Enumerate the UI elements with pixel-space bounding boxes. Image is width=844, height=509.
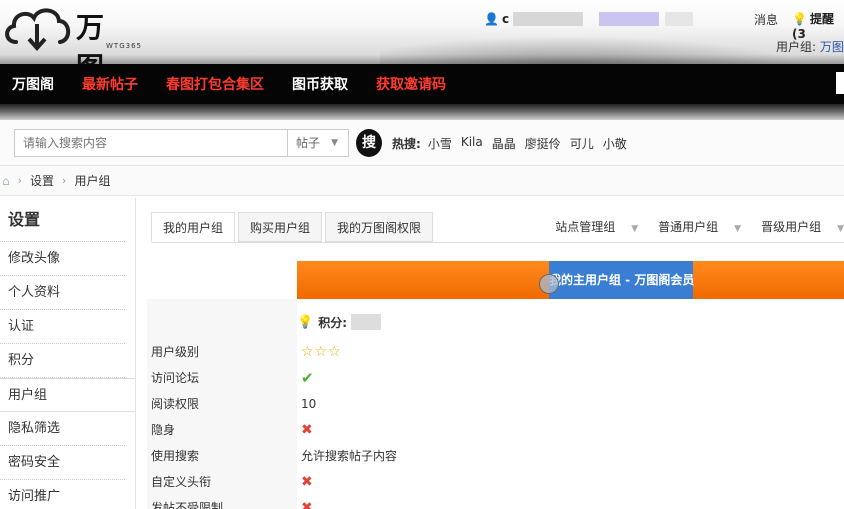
- chevron-right-icon: ›: [62, 174, 67, 187]
- permission-label: 使用搜索: [151, 449, 200, 463]
- group-dropdowns: 站点管理组 ▼ 普通用户组 ▼ 晋级用户组 ▼: [535, 212, 844, 242]
- permission-value: 10: [301, 397, 317, 411]
- main-group-title: 我的主用户组 - 万图阁会员: [549, 261, 694, 299]
- hot-searches: 热搜: 小雪 Kila 晶晶 廖挺伶 可儿 小敬: [392, 135, 636, 152]
- header-usergroup: 用户组: 万图: [776, 40, 844, 54]
- permission-label: 阅读权限: [151, 397, 200, 411]
- nav-item-collections[interactable]: 春图打包合集区: [166, 74, 264, 94]
- username[interactable]: c: [502, 12, 509, 26]
- permission-row: 用户级别 ☆☆☆: [147, 339, 844, 365]
- redacted-block: [665, 12, 694, 26]
- breadcrumb-item[interactable]: 设置: [30, 172, 54, 189]
- breadcrumb: ⌂ › 设置 › 用户组: [0, 166, 844, 196]
- cross-icon: ✖: [301, 422, 313, 438]
- sidebar-item-promotion[interactable]: 访问推广: [0, 480, 125, 509]
- search-input[interactable]: [14, 129, 288, 157]
- ink-divider: [0, 104, 844, 120]
- cross-icon: ✖: [301, 474, 313, 490]
- hot-item[interactable]: 小敬: [603, 135, 627, 152]
- nav-item-coins[interactable]: 图币获取: [292, 74, 348, 94]
- hot-item[interactable]: 廖挺伶: [525, 135, 561, 152]
- main-content: 我的用户组 购买用户组 我的万图阁权限 站点管理组 ▼ 普通用户组 ▼ 晋级用户组 ▼…: [137, 198, 844, 509]
- star-icon: ☆: [314, 344, 328, 360]
- permission-row: 发帖不受限制 ✖: [147, 495, 844, 509]
- user-icon: 👤: [484, 12, 499, 26]
- sidebar-item-profile[interactable]: 个人资料: [0, 276, 125, 310]
- sidebar-item-password[interactable]: 密码安全: [0, 446, 125, 480]
- level-stars: ☆☆☆: [301, 339, 342, 365]
- sidebar-item-privacy[interactable]: 隐私筛选: [0, 412, 125, 446]
- cloud-download-icon: [5, 8, 71, 52]
- chevron-right-icon: ›: [17, 174, 23, 187]
- cross-icon: ✖: [301, 500, 313, 509]
- chevron-down-icon: ▼: [837, 224, 844, 234]
- sidebar-item-avatar[interactable]: 修改头像: [0, 242, 125, 276]
- permission-label: 用户级别: [151, 345, 200, 359]
- bulb-icon: 💡: [792, 12, 807, 26]
- hot-item[interactable]: 小雪: [428, 135, 452, 152]
- messages-link[interactable]: 消息: [754, 11, 778, 28]
- search-button[interactable]: 搜: [356, 129, 382, 157]
- reminders-link[interactable]: 💡 提醒(3: [792, 10, 844, 41]
- mouse-cursor: [539, 274, 559, 294]
- permission-label: 访问论坛: [151, 371, 200, 385]
- usergroup-link[interactable]: 万图: [820, 40, 844, 54]
- hot-item[interactable]: 可儿: [570, 135, 594, 152]
- hot-label: 热搜:: [392, 137, 421, 151]
- tab-my-permissions[interactable]: 我的万图阁权限: [325, 212, 434, 242]
- hot-item[interactable]: Kila: [461, 135, 483, 152]
- bulb-icon: 💡: [297, 314, 314, 330]
- tab-my-usergroup[interactable]: 我的用户组: [151, 212, 236, 242]
- site-logo[interactable]: 万图阁 WTG365: [2, 2, 141, 64]
- chevron-down-icon: ▼: [331, 138, 338, 148]
- sidebar-item-usergroup[interactable]: 用户组: [0, 378, 135, 412]
- redacted-block: [351, 314, 381, 330]
- points-row: 💡 积分:: [297, 307, 381, 337]
- search-type-select[interactable]: 帖子 ▼: [287, 129, 349, 157]
- dropdown-admin-group[interactable]: 站点管理组 ▼: [555, 212, 638, 242]
- sidebar-title: 设置: [0, 198, 125, 242]
- chevron-down-icon: ▼: [631, 224, 639, 234]
- permission-value: 允许搜索帖子内容: [301, 449, 398, 463]
- redacted-block: [599, 12, 660, 26]
- permission-label: 发帖不受限制: [151, 501, 224, 509]
- site-header: 万图阁 WTG365 👤 c 消息 💡提醒(3 用户组: 万图: [0, 0, 844, 64]
- chevron-down-icon: ▼: [734, 224, 742, 234]
- sidebar-item-verify[interactable]: 认证: [0, 310, 125, 344]
- nav-item-latest[interactable]: 最新帖子: [82, 74, 138, 94]
- star-icon: ☆: [301, 344, 314, 360]
- logo-subtitle: WTG365: [106, 42, 142, 50]
- check-icon: ✔: [301, 369, 314, 387]
- nav-edge-box: [836, 72, 844, 94]
- permission-row: 隐身 ✖: [147, 417, 844, 443]
- logo-text: 万图阁: [76, 11, 106, 64]
- main-group-banner: 我的主用户组 - 万图阁会员: [297, 261, 844, 299]
- usergroup-tabs: 我的用户组 购买用户组 我的万图阁权限: [151, 212, 436, 242]
- sidebar-item-points[interactable]: 积分: [0, 344, 125, 378]
- dropdown-promote-group[interactable]: 晋级用户组 ▼: [761, 212, 844, 242]
- permission-label: 隐身: [151, 423, 176, 437]
- permission-row: 访问论坛 ✔: [147, 365, 844, 391]
- permission-row: 使用搜索 允许搜索帖子内容: [147, 443, 844, 469]
- home-icon[interactable]: ⌂: [2, 174, 10, 188]
- points-label: 积分:: [318, 315, 347, 330]
- star-icon: ☆: [328, 344, 341, 360]
- nav-item-invite[interactable]: 获取邀请码: [376, 74, 446, 94]
- search-bar: 帖子 ▼ 搜 热搜: 小雪 Kila 晶晶 廖挺伶 可儿 小敬: [0, 120, 844, 166]
- tab-buy-usergroup[interactable]: 购买用户组: [238, 212, 323, 242]
- permission-row: 阅读权限 10: [147, 391, 844, 417]
- hot-item[interactable]: 晶晶: [492, 135, 516, 152]
- permission-row: 自定义头衔 ✖: [147, 469, 844, 495]
- user-area[interactable]: 👤 c: [484, 10, 694, 28]
- settings-sidebar: 设置 修改头像 个人资料 认证 积分 用户组 隐私筛选 密码安全 访问推广: [0, 198, 136, 509]
- main-nav: 万图阁 最新帖子 春图打包合集区 图币获取 获取邀请码: [0, 64, 844, 104]
- permission-label: 自定义头衔: [151, 475, 212, 489]
- nav-item-home[interactable]: 万图阁: [12, 74, 54, 94]
- breadcrumb-item: 用户组: [74, 174, 111, 188]
- dropdown-normal-group[interactable]: 普通用户组 ▼: [658, 212, 741, 242]
- redacted-block: [513, 12, 584, 26]
